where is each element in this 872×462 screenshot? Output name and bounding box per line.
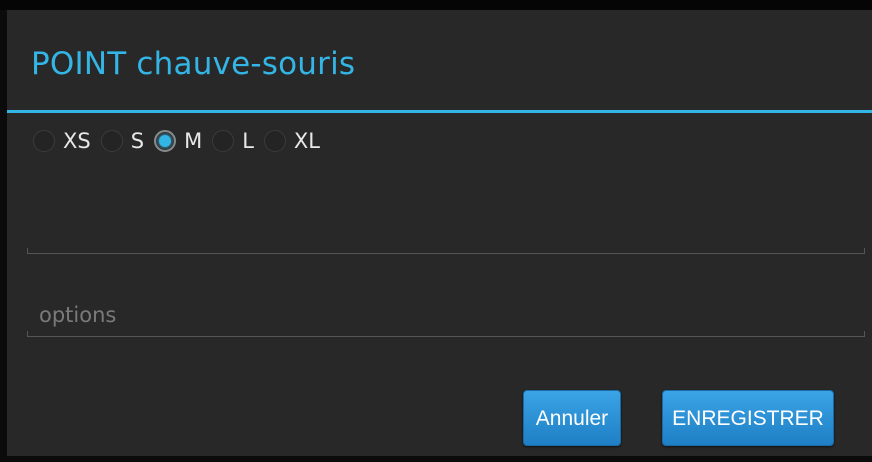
- size-radio-group: XS S M L XL: [33, 126, 330, 156]
- screen: POINT chauve-souris XS S M L XL options …: [0, 0, 872, 462]
- options-field: [27, 293, 865, 337]
- dialog: POINT chauve-souris XS S M L XL options …: [7, 10, 872, 456]
- dialog-title: POINT chauve-souris: [31, 46, 356, 82]
- size-label-xl: XL: [293, 129, 320, 153]
- size-option-xs[interactable]: XS: [33, 126, 91, 156]
- name-input[interactable]: [39, 216, 839, 248]
- save-button[interactable]: ENREGISTRER: [662, 390, 834, 446]
- radio-button-icon[interactable]: [263, 130, 286, 152]
- radio-button-icon[interactable]: [212, 130, 235, 152]
- radio-button-checked-icon[interactable]: [154, 130, 177, 152]
- size-option-l[interactable]: L: [212, 126, 254, 156]
- size-option-m[interactable]: M: [154, 126, 202, 156]
- header-divider: [7, 110, 872, 113]
- size-label-s: S: [130, 129, 145, 153]
- size-label-xs: XS: [63, 129, 91, 153]
- size-label-l: L: [242, 129, 254, 153]
- dialog-header: POINT chauve-souris: [7, 10, 872, 110]
- name-field: [27, 210, 865, 254]
- size-option-s[interactable]: S: [100, 126, 145, 156]
- size-label-m: M: [184, 129, 203, 153]
- name-field-underline: [27, 248, 865, 254]
- radio-button-icon[interactable]: [33, 130, 55, 152]
- options-input[interactable]: [39, 299, 839, 331]
- options-field-underline: [27, 331, 865, 337]
- cancel-button[interactable]: Annuler: [523, 390, 621, 446]
- size-option-xl[interactable]: XL: [263, 126, 320, 156]
- top-strip: [0, 0, 872, 10]
- radio-button-icon[interactable]: [100, 130, 123, 152]
